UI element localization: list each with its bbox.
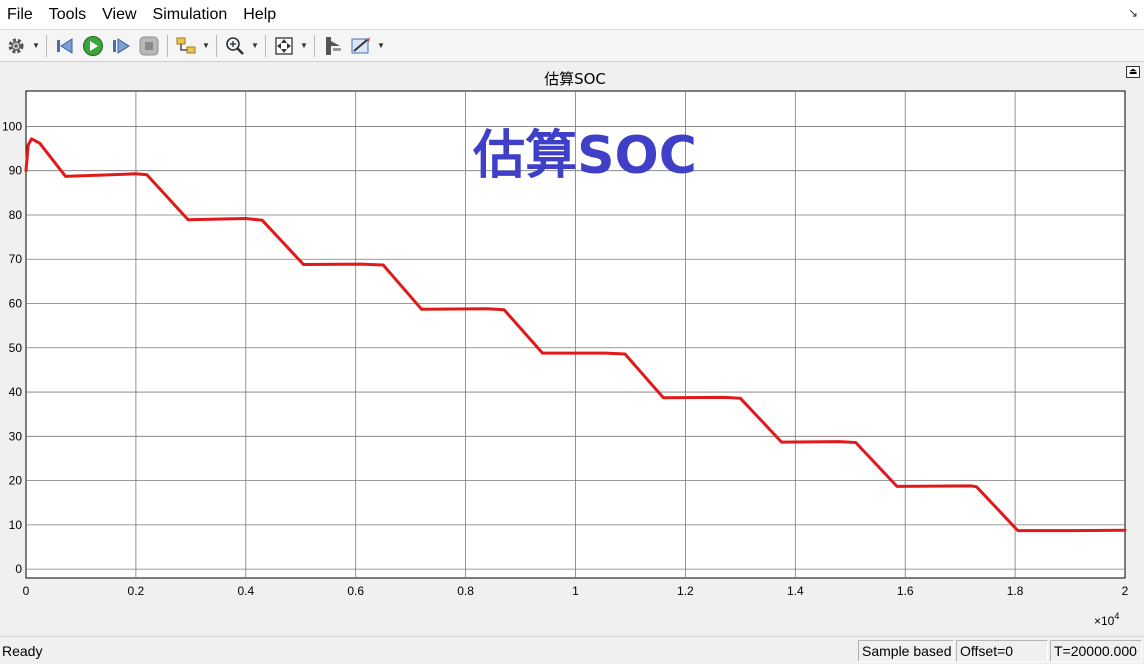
highlight-dropdown-icon[interactable]: ▼ xyxy=(202,34,210,58)
y-tick-label: 60 xyxy=(9,297,23,311)
y-tick-label: 100 xyxy=(2,119,22,133)
y-tick-label: 10 xyxy=(9,518,23,532)
scope-window: File Tools View Simulation Help ↘ ▼ ▼ ▼ … xyxy=(0,0,1144,664)
menu-view[interactable]: View xyxy=(94,0,144,29)
dock-arrow-icon[interactable]: ↘ xyxy=(1128,6,1138,20)
x-exponent-base: ×10 xyxy=(1094,614,1115,628)
x-tick-label: 0.4 xyxy=(237,584,254,598)
gear-icon[interactable] xyxy=(4,34,28,58)
step-forward-icon[interactable] xyxy=(109,34,133,58)
y-tick-label: 20 xyxy=(9,474,23,488)
y-tick-label: 50 xyxy=(9,341,23,355)
y-tick-label: 0 xyxy=(15,562,22,576)
menu-bar: File Tools View Simulation Help ↘ xyxy=(0,0,1144,29)
run-icon[interactable] xyxy=(81,34,105,58)
status-offset: Offset=0 xyxy=(956,640,1048,662)
x-exponent-label: ×104 xyxy=(1094,611,1119,628)
y-tick-label: 90 xyxy=(9,164,23,178)
cursor-measure-icon[interactable] xyxy=(321,34,345,58)
highlight-model-icon[interactable] xyxy=(174,34,198,58)
style-dropdown-icon[interactable]: ▼ xyxy=(377,34,385,58)
x-tick-label: 1.4 xyxy=(787,584,804,598)
gear-dropdown-icon[interactable]: ▼ xyxy=(32,34,40,58)
zoom-in-icon[interactable] xyxy=(223,34,247,58)
x-tick-label: 2 xyxy=(1122,584,1129,598)
stop-icon[interactable] xyxy=(137,34,161,58)
x-tick-label: 1 xyxy=(572,584,579,598)
menu-tools[interactable]: Tools xyxy=(41,0,94,29)
undock-icon[interactable]: ⏏ xyxy=(1126,66,1140,78)
toolbar-separator xyxy=(167,34,168,57)
status-time: T=20000.000 xyxy=(1050,640,1142,662)
menu-file[interactable]: File xyxy=(0,0,41,29)
plot-title: 估算SOC xyxy=(544,70,606,88)
scope-axes[interactable]: 估算SOC 0 0.2 0.4 0.6 0.8 1 1.2 1.4 1.6 1.8 20102030… xyxy=(0,63,1144,634)
status-bar: Ready Sample based Offset=0 T=20000.000 xyxy=(0,636,1144,664)
x-tick-label: 1.2 xyxy=(677,584,694,598)
fit-dropdown-icon[interactable]: ▼ xyxy=(300,34,308,58)
x-tick-label: 0.6 xyxy=(347,584,364,598)
y-tick-label: 80 xyxy=(9,208,23,222)
x-tick-label: 0 xyxy=(23,584,30,598)
status-mode: Sample based xyxy=(858,640,954,662)
x-exponent-power: 4 xyxy=(1114,611,1119,621)
x-tick-label: 1.8 xyxy=(1007,584,1024,598)
step-back-icon[interactable] xyxy=(53,34,77,58)
zoom-dropdown-icon[interactable]: ▼ xyxy=(251,34,259,58)
scope-plot-panel: ⏏ 估算SOC 0 0.2 0.4 0.6 0.8 1 1.2 1.4 1.6 1.8 2 0 10 20… xyxy=(0,63,1144,634)
menu-help[interactable]: Help xyxy=(235,0,284,29)
y-tick-label: 40 xyxy=(9,385,23,399)
status-ready: Ready xyxy=(2,643,43,659)
fit-to-view-icon[interactable] xyxy=(272,34,296,58)
style-icon[interactable] xyxy=(349,34,373,58)
toolbar-separator xyxy=(314,34,315,57)
y-tick-label: 70 xyxy=(9,252,23,266)
x-tick-label: 0.8 xyxy=(457,584,474,598)
menu-simulation[interactable]: Simulation xyxy=(145,0,236,29)
x-tick-label: 1.6 xyxy=(897,584,914,598)
plot-annotation: 估算SOC xyxy=(472,126,697,186)
toolbar-separator xyxy=(265,34,266,57)
x-tick-label: 0.2 xyxy=(128,584,145,598)
toolbar-separator xyxy=(216,34,217,57)
y-tick-label: 30 xyxy=(9,429,23,443)
toolbar-separator xyxy=(46,34,47,57)
toolbar: ▼ ▼ ▼ ▼ ▼ xyxy=(0,29,1144,62)
